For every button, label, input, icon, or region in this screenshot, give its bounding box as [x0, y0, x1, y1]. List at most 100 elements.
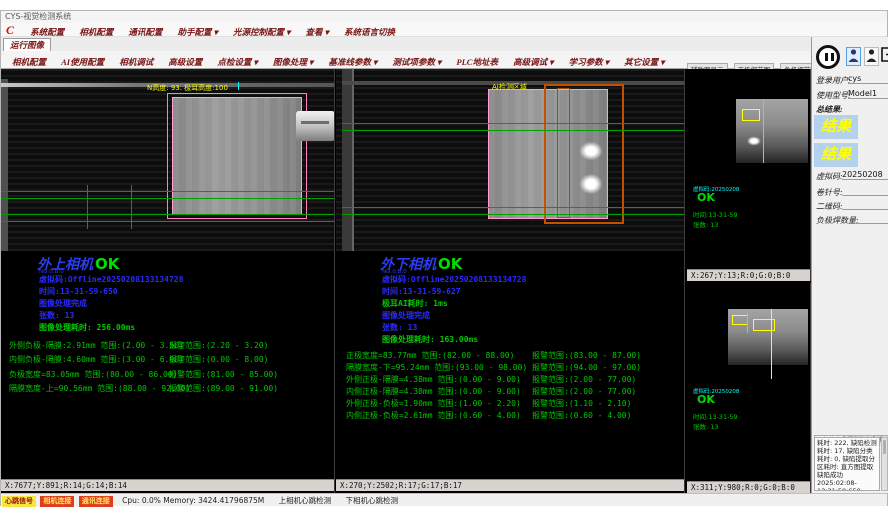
mini-status-ok: OK: [697, 393, 715, 406]
frame-count-line: 张数: 13: [382, 322, 526, 334]
cyan-marker: [747, 313, 748, 333]
tab-row: 运行图像: [1, 37, 811, 51]
image-edge-band: [342, 69, 352, 251]
image-edge-line: [352, 69, 354, 251]
app-window: CYS-视觉检测系统 C 系统配置 相机配置 通讯配置 助手配置 ▾ 光源控制配…: [0, 10, 888, 506]
measurement-rows: 正极宽度=83.77mm 范围:(82.00 - 88.00)报警范围:(83.…: [346, 350, 641, 422]
cursor-coord-bar: X:311;Y:980;R:0;G:0;B:0: [687, 481, 810, 493]
total-result-label: 总结果:: [816, 104, 843, 115]
pause-icon: [831, 53, 834, 61]
user-switch-button[interactable]: [864, 47, 879, 66]
virtual-code-line: 虚拟码:Offline20250208133134728: [39, 274, 183, 286]
upper-camera-image[interactable]: N高度: 93. 极耳高度:100: [1, 69, 334, 251]
measurement-rows: 外侧负极-隔膜:2.91mm 范围:(2.00 - 3.50)报警范围:(2.2…: [9, 340, 278, 397]
tool-learning-params[interactable]: 学习参数 ▾: [569, 56, 609, 68]
process-done-line: 图像处理完成: [382, 310, 526, 322]
tool-spotcheck-settings[interactable]: 点检设置 ▾: [217, 56, 257, 68]
cursor-coord-bar: X:7677;Y:891;R:14;G:14;B:14: [1, 479, 334, 491]
title-bar[interactable]: CYS-视觉检测系统: [1, 11, 887, 23]
exit-door-icon: [881, 47, 888, 62]
camera-status-ok: OK: [95, 255, 119, 273]
virtual-code-label: 虚拟码:: [816, 171, 843, 182]
bright-spot: [745, 135, 763, 147]
aux-image-bottom[interactable]: 虚拟码:20250208 OK 时间:13-31-59 张数: 13: [687, 283, 810, 481]
bright-spot: [576, 171, 606, 197]
user-icon: [866, 48, 877, 63]
aux-view-top: 虚拟码:20250208 OK 时间:13-31-59 张数: 13 X:267…: [687, 69, 811, 281]
cyan-marker: [238, 82, 239, 90]
pause-button[interactable]: [816, 45, 840, 69]
aux-panel-tabs: 辅助图显示 正极细节图 负极细节图: [687, 57, 822, 69]
frame-count-line: 张数: 13: [39, 310, 183, 322]
needle-no-value: [842, 186, 888, 196]
lower-camera-view: AI检测区域 外下相机OK NG:0;B:0 虚拟码:Offline202502…: [336, 69, 685, 493]
result-box-upper: 结果: [814, 115, 858, 139]
menu-bar: C 系统配置 相机配置 通讯配置 助手配置 ▾ 光源控制配置 ▾ 查看 ▾ 系统…: [1, 23, 887, 37]
yellow-marker: [771, 309, 772, 379]
info-log-text: 耗时: 222, 缺陷检测耗时: 17, 缺陷分类耗时: 0, 缺陷提取分区耗时…: [814, 437, 880, 491]
aux-view-bottom: 虚拟码:20250208 OK 时间:13-31-59 张数: 13 X:311…: [687, 283, 811, 493]
measurement-row: 隔膜宽度-上=90.56mm 范围:(88.00 - 92.00)报警范围:(8…: [9, 383, 278, 397]
mini-info-line: 时间:13-31-59: [693, 209, 738, 219]
main-area: N高度: 93. 极耳高度:100 外上相机OK NG:0;B:0 虚拟码:Of…: [1, 69, 811, 493]
camera-conn-badge: 相机连接: [40, 496, 74, 507]
tool-plc-address-table[interactable]: PLC地址表: [456, 56, 498, 68]
login-user-button[interactable]: [846, 47, 861, 66]
camera-info-lines: 虚拟码:Offline20250208133134728 时间:13-31-59…: [382, 274, 526, 346]
mini-info-line: 时间:13-31-59: [693, 411, 738, 421]
heartbeat-badge: 心跳信号: [2, 496, 36, 507]
elapsed-line: 图像处理耗时: 256.00ms: [39, 322, 183, 334]
camera-info-lines: 虚拟码:Offline20250208133134728 时间:13-31-59…: [39, 274, 183, 334]
measure-line: [342, 123, 684, 124]
camera-status-ok: OK: [438, 255, 462, 273]
detect-box-yellow: [742, 109, 760, 121]
measure-overlay-label: N高度: 93. 极耳高度:100: [147, 83, 228, 93]
measure-line: [1, 214, 334, 215]
app-logo-icon: C: [6, 23, 14, 38]
cyan-marker: [763, 99, 764, 163]
tool-camera-config[interactable]: 相机配置: [12, 56, 46, 68]
tool-baseline-params[interactable]: 基准线参数 ▾: [328, 56, 377, 68]
measurement-row: 外侧负极-隔膜:2.91mm 范围:(2.00 - 3.50)报警范围:(2.2…: [9, 340, 278, 354]
measure-line-v: [87, 185, 88, 229]
connector-object: [296, 111, 334, 141]
connector-detail: [301, 121, 329, 124]
measurement-row: 隔膜宽度-下=95.24mm 范围:(93.00 - 98.00)报警范围:(9…: [346, 362, 641, 374]
mini-info-line: 张数: 13: [693, 219, 719, 229]
cursor-coord-bar: X:270;Y:2502;R:17;G:17;B:17: [336, 479, 684, 491]
tool-test-params[interactable]: 测试项参数 ▾: [392, 56, 441, 68]
upper-camera-heartbeat-text: 上相机心跳检测: [279, 496, 332, 505]
needle-no-label: 卷针号:: [816, 187, 843, 198]
measurement-row: 负极宽度=83.05mm 范围:(80.00 - 86.00)报警范围:(81.…: [9, 369, 278, 383]
cursor-coord-bar: X:267;Y:13;R:0;G:0;B:0: [687, 269, 810, 281]
lower-camera-image[interactable]: AI检测区域: [336, 69, 684, 251]
measure-line: [342, 207, 684, 208]
qrcode-value: [842, 200, 888, 210]
model-label: 使用型号:: [816, 90, 851, 101]
measure-line: [1, 221, 334, 222]
measure-line: [342, 130, 684, 131]
mini-status-ok: OK: [697, 191, 715, 204]
login-user-label: 登录用户:: [816, 75, 851, 86]
tool-ai-use-config[interactable]: AI使用配置: [61, 56, 104, 68]
tab-run-image[interactable]: 运行图像: [3, 38, 51, 51]
virtual-code-line: 虚拟码:Offline20250208133134728: [382, 274, 526, 286]
logout-button[interactable]: [881, 47, 888, 66]
negative-weld-count-label: 负极焊数量:: [816, 215, 859, 226]
tool-image-processing[interactable]: 图像处理 ▾: [273, 56, 313, 68]
measurement-row: 外侧正极-负极=1.90mm 范围:(1.00 - 2.20)报警范围:(1.1…: [346, 398, 641, 410]
measure-line: [1, 198, 334, 199]
process-done-line: 图像处理完成: [39, 298, 183, 310]
info-scrollbar[interactable]: [881, 437, 888, 491]
aux-image-top[interactable]: 虚拟码:20250208 OK 时间:13-31-59 张数: 13: [687, 69, 810, 269]
negative-weld-count-value: [856, 214, 888, 224]
tool-advanced-settings[interactable]: 高级设置: [168, 56, 202, 68]
tool-camera-debug[interactable]: 相机调试: [119, 56, 153, 68]
login-user-value: cys: [848, 74, 888, 84]
qrcode-label: 二维码:: [816, 201, 843, 212]
bright-spot: [576, 139, 606, 163]
tool-other-settings[interactable]: 其它设置 ▾: [624, 56, 664, 68]
tool-advanced-debug[interactable]: 高级调试 ▾: [513, 56, 553, 68]
measure-line: [1, 191, 334, 192]
pause-icon: [825, 53, 828, 61]
